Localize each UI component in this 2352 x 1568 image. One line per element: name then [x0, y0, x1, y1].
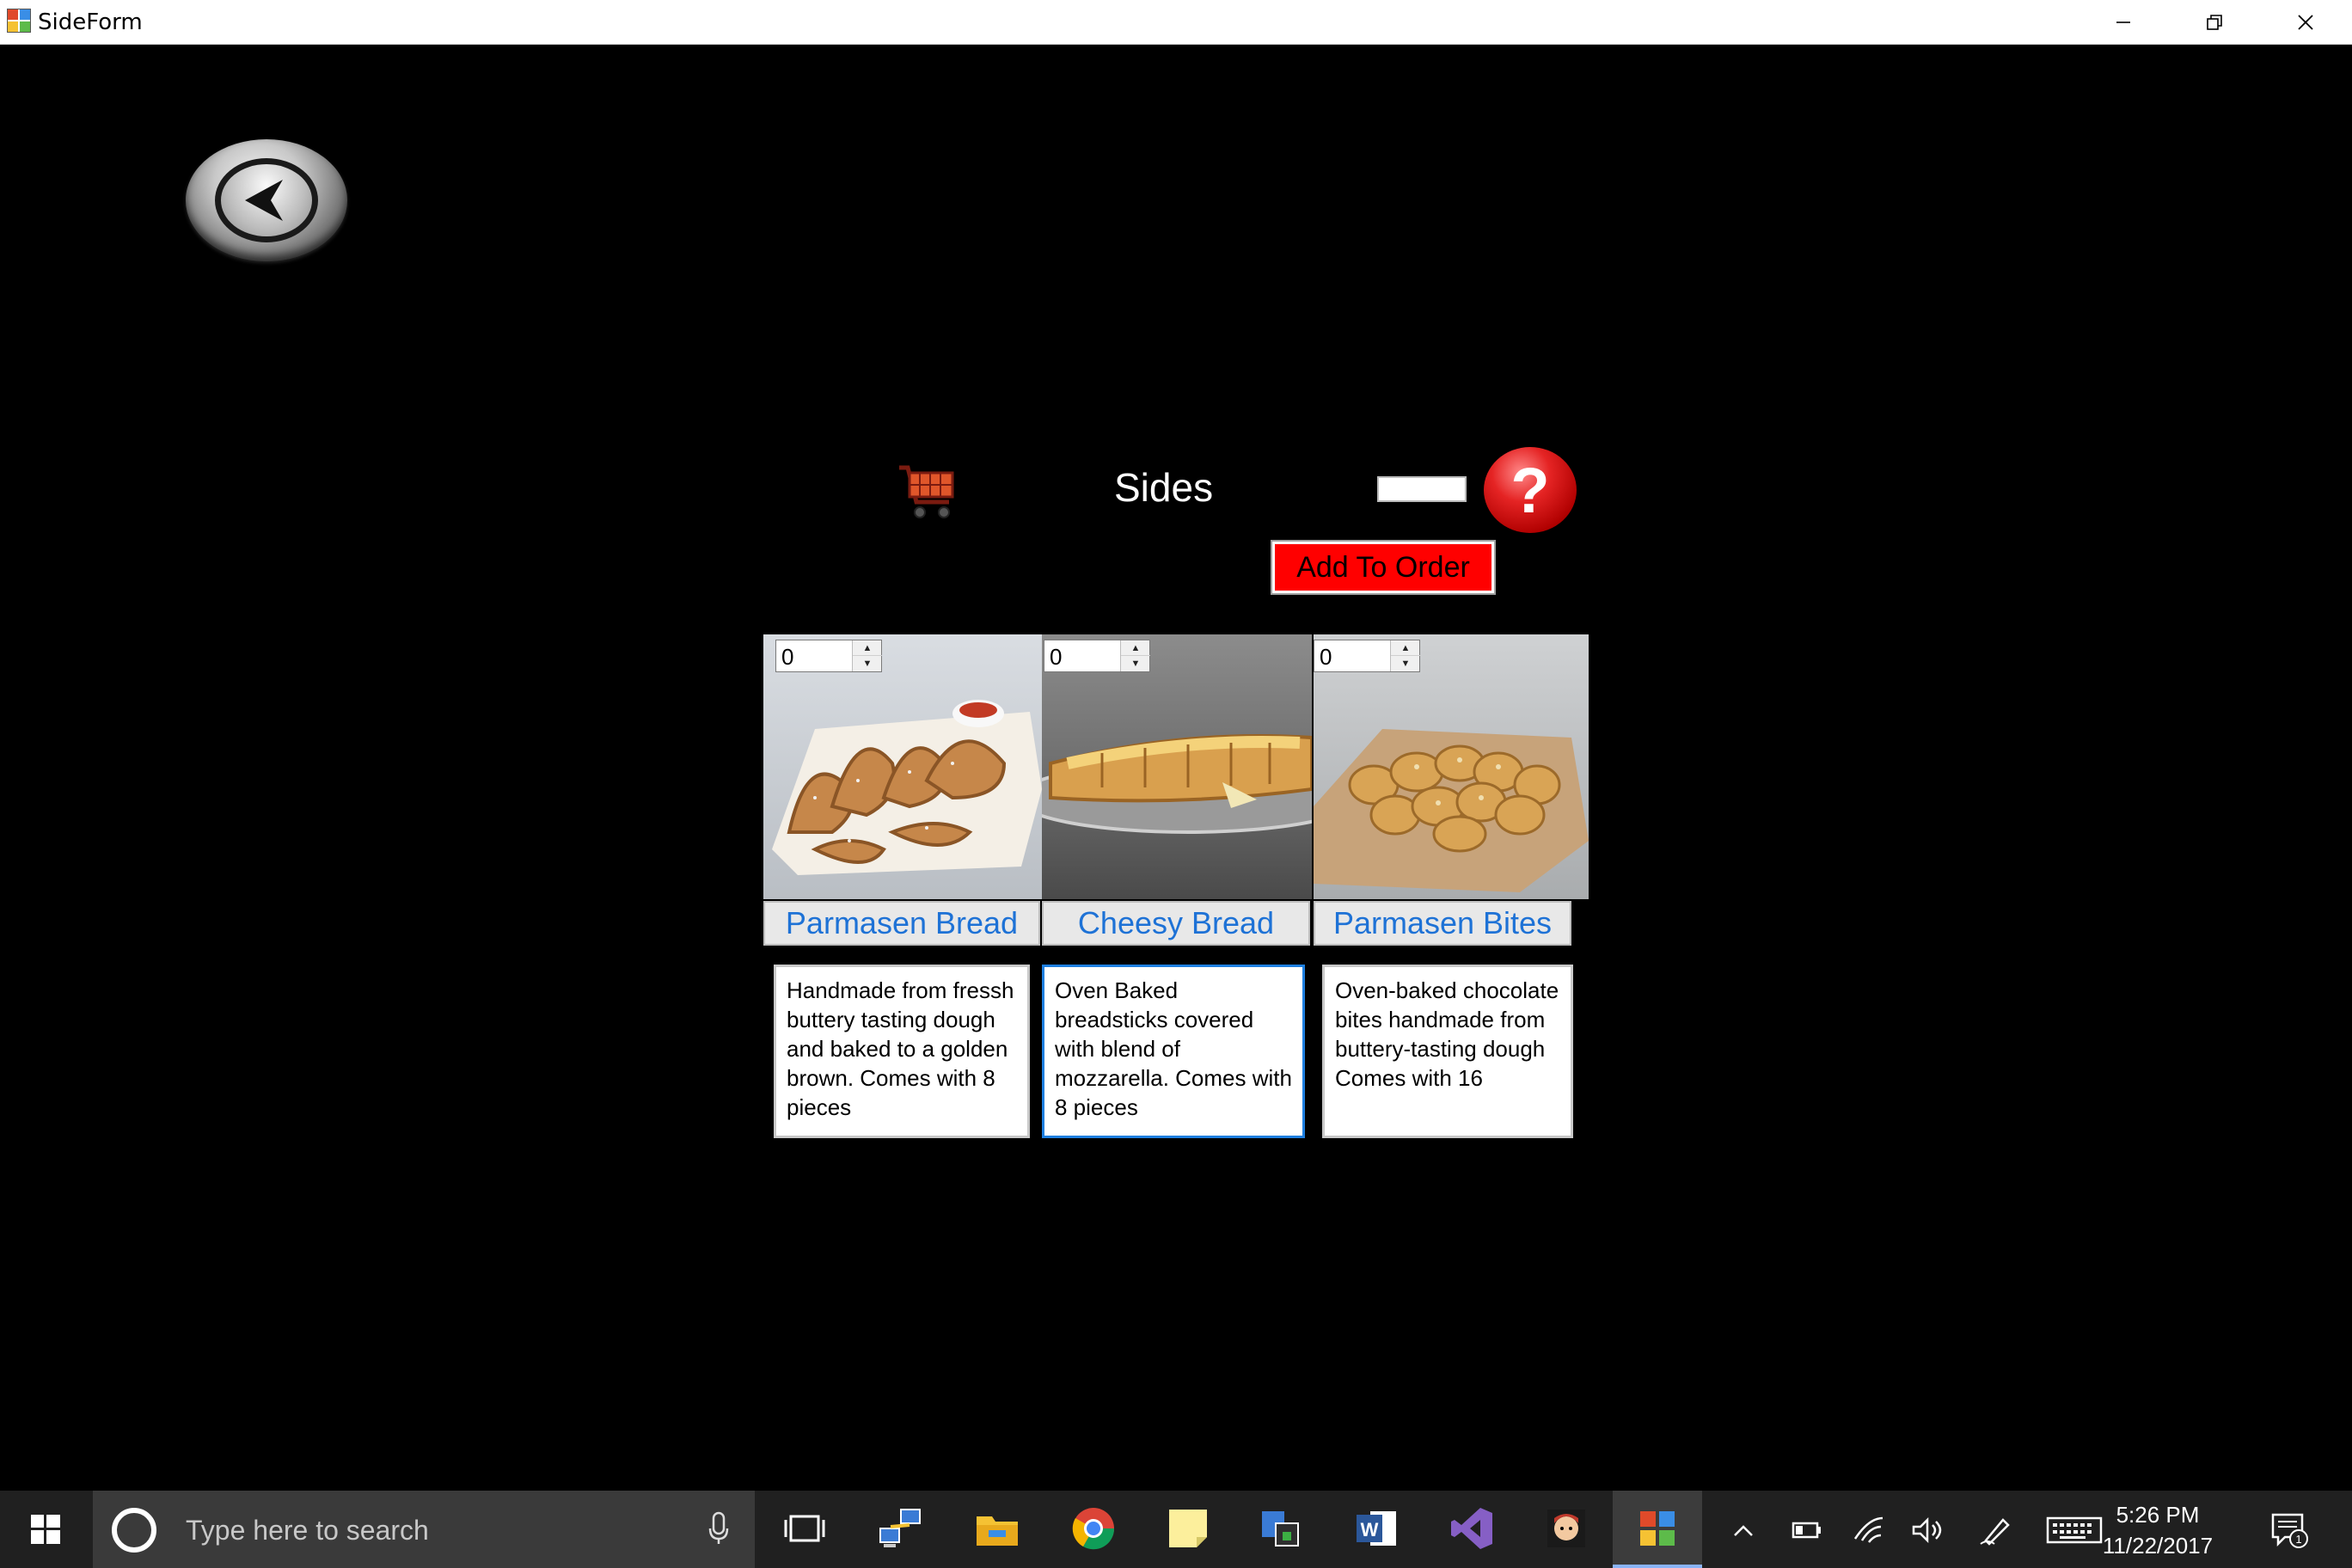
- search-placeholder[interactable]: Type here to search: [186, 1515, 429, 1547]
- minimize-button[interactable]: [2077, 0, 2170, 45]
- clock-time: 5:26 PM: [2116, 1502, 2200, 1528]
- minimize-icon: [2116, 21, 2130, 23]
- start-button[interactable]: [0, 1491, 91, 1568]
- sideform-taskbar-button[interactable]: [1613, 1491, 1702, 1568]
- window-title: SideForm: [38, 9, 143, 35]
- product-name-cheesy-bread[interactable]: Cheesy Bread: [1042, 901, 1310, 946]
- chevron-up-icon[interactable]: [1724, 1511, 1762, 1549]
- product-image-parmasen-bread: 0 ▲ ▼: [763, 634, 1042, 899]
- back-arrow-icon: [215, 158, 318, 242]
- close-button[interactable]: [2259, 0, 2352, 45]
- cortana-icon[interactable]: [112, 1508, 156, 1553]
- windows-logo-icon: [31, 1515, 60, 1544]
- taskbar-clock[interactable]: 5:26 PM 11/22/2017: [2089, 1499, 2226, 1561]
- quantity-value[interactable]: 0: [1320, 644, 1332, 671]
- active-indicator: [1613, 1565, 1702, 1568]
- product-name-parmasen-bread[interactable]: Parmasen Bread: [763, 901, 1040, 946]
- network-app-icon[interactable]: [875, 1503, 927, 1554]
- help-question-icon: ?: [1510, 454, 1550, 526]
- battery-icon[interactable]: [1788, 1511, 1826, 1549]
- quantity-stepper-parmasen-bread[interactable]: 0 ▲ ▼: [775, 640, 882, 672]
- microphone-icon[interactable]: [708, 1511, 729, 1546]
- product-description-parmasen-bites[interactable]: Oven-baked chocolate bites handmade from…: [1322, 965, 1573, 1138]
- spin-down-icon[interactable]: ▼: [1391, 656, 1420, 671]
- file-explorer-icon[interactable]: [971, 1503, 1023, 1554]
- game-app-icon[interactable]: [1540, 1503, 1592, 1554]
- back-button[interactable]: [186, 139, 347, 261]
- product-image-cheesy-bread: 0 ▲ ▼: [1042, 634, 1312, 899]
- spin-buttons: ▲ ▼: [852, 640, 882, 671]
- product-description-cheesy-bread[interactable]: Oven Baked breadsticks covered with blen…: [1042, 965, 1305, 1138]
- spin-down-icon[interactable]: ▼: [1121, 656, 1150, 671]
- form-client-area: Sides ? Add To Order 0 ▲ ▼ 0 ▲ ▼ 0 ▲ ▼ P…: [0, 45, 2352, 1489]
- sideform-app-icon: [1640, 1511, 1675, 1546]
- spin-buttons: ▲ ▼: [1390, 640, 1420, 671]
- app-icon: [7, 9, 31, 33]
- quantity-stepper-parmasen-bites[interactable]: 0 ▲ ▼: [1314, 640, 1420, 672]
- sticky-notes-icon[interactable]: [1162, 1503, 1214, 1554]
- clock-date: 11/22/2017: [2102, 1533, 2214, 1559]
- quantity-stepper-cheesy-bread[interactable]: 0 ▲ ▼: [1044, 640, 1150, 672]
- help-button[interactable]: ?: [1484, 447, 1577, 533]
- wifi-icon[interactable]: [1850, 1511, 1888, 1549]
- page-title: Sides: [1114, 465, 1214, 510]
- close-icon: [2298, 15, 2313, 30]
- spin-up-icon[interactable]: ▲: [1121, 640, 1150, 656]
- quantity-value[interactable]: 0: [781, 644, 793, 671]
- quantity-value[interactable]: 0: [1050, 644, 1062, 671]
- spin-buttons: ▲ ▼: [1120, 640, 1150, 671]
- svg-text:W: W: [1361, 1519, 1379, 1540]
- volume-icon[interactable]: [1908, 1511, 1946, 1549]
- spin-up-icon[interactable]: ▲: [1391, 640, 1420, 656]
- action-center-icon[interactable]: 1: [2269, 1510, 2309, 1549]
- product-image-parmasen-bites: 0 ▲ ▼: [1314, 634, 1589, 899]
- visual-studio-icon[interactable]: [1446, 1503, 1498, 1554]
- total-field[interactable]: [1377, 476, 1467, 502]
- word-icon[interactable]: W: [1351, 1503, 1403, 1554]
- restore-button[interactable]: [2168, 0, 2261, 45]
- pen-ink-icon[interactable]: [1977, 1511, 2015, 1549]
- restore-icon: [2207, 15, 2222, 30]
- security-app-icon[interactable]: [1257, 1503, 1308, 1554]
- title-bar: SideForm: [0, 0, 2352, 45]
- product-name-parmasen-bites[interactable]: Parmasen Bites: [1314, 901, 1571, 946]
- taskbar: Type here to search W 5:26 PM 11/22/2017…: [0, 1491, 2352, 1568]
- spin-down-icon[interactable]: ▼: [853, 656, 882, 671]
- product-description-parmasen-bread[interactable]: Handmade from fressh buttery tasting dou…: [774, 965, 1030, 1138]
- add-to-order-button[interactable]: Add To Order: [1271, 540, 1496, 595]
- taskbar-search-box[interactable]: Type here to search: [93, 1491, 755, 1568]
- notification-count: 1: [2295, 1533, 2301, 1546]
- cart-icon[interactable]: [897, 461, 959, 521]
- chrome-icon[interactable]: [1068, 1503, 1119, 1554]
- spin-up-icon[interactable]: ▲: [853, 640, 882, 656]
- task-view-icon[interactable]: [779, 1503, 830, 1554]
